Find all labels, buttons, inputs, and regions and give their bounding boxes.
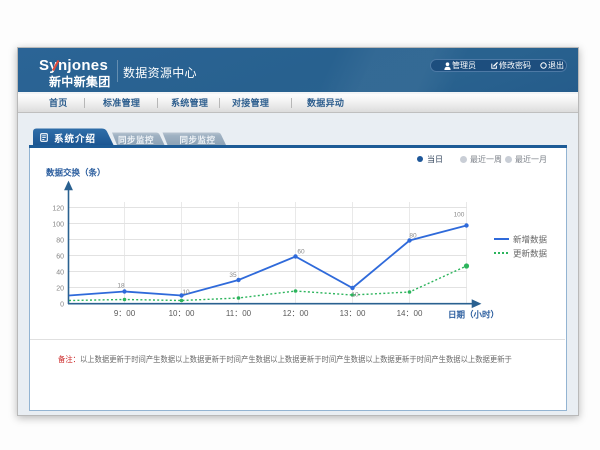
svg-text:120: 120 xyxy=(52,206,64,213)
svg-text:数据交换（条）: 数据交换（条） xyxy=(46,168,106,178)
svg-text:60: 60 xyxy=(297,249,305,256)
svg-text:100: 100 xyxy=(52,222,64,229)
svg-text:更新数据: 更新数据 xyxy=(513,249,548,259)
svg-text:13：00: 13：00 xyxy=(340,309,366,318)
svg-text:10: 10 xyxy=(182,289,190,296)
svg-text:40: 40 xyxy=(56,270,64,277)
svg-text:80: 80 xyxy=(56,238,64,245)
svg-text:日期（小时）: 日期（小时） xyxy=(448,310,499,320)
svg-text:14：00: 14：00 xyxy=(397,309,423,318)
svg-text:0: 0 xyxy=(60,302,64,309)
svg-text:35: 35 xyxy=(229,272,237,279)
svg-text:12：00: 12：00 xyxy=(283,309,309,318)
svg-text:10: 10 xyxy=(351,292,359,299)
svg-text:80: 80 xyxy=(409,233,417,240)
svg-text:11：00: 11：00 xyxy=(226,309,252,318)
svg-text:新增数据: 新增数据 xyxy=(513,235,548,245)
svg-text:9：00: 9：00 xyxy=(114,309,136,318)
svg-text:18: 18 xyxy=(117,283,125,290)
svg-text:10：00: 10：00 xyxy=(169,309,195,318)
svg-text:60: 60 xyxy=(56,254,64,261)
svg-text:20: 20 xyxy=(56,286,64,293)
svg-text:100: 100 xyxy=(454,212,465,219)
